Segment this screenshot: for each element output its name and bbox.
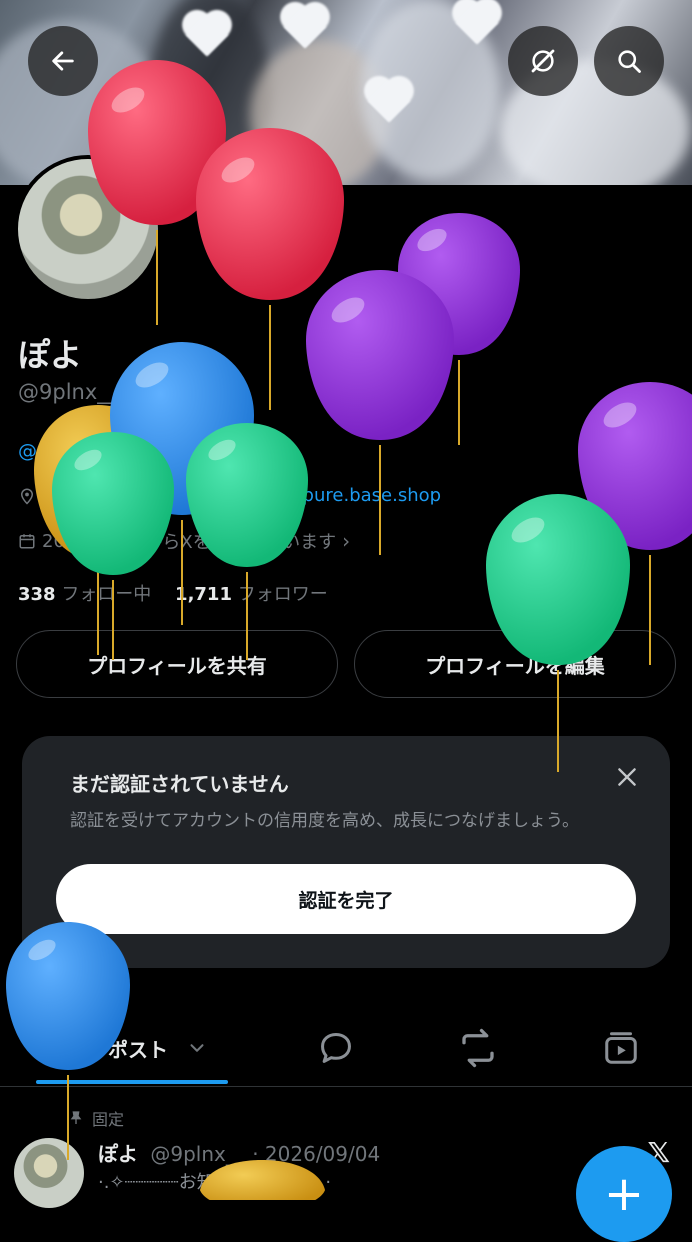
pin-icon xyxy=(70,1111,82,1124)
active-tab-indicator xyxy=(36,1080,228,1084)
location-pin-icon xyxy=(20,488,34,505)
repost-icon xyxy=(462,1028,494,1068)
post-author-name[interactable]: ぽよ xyxy=(98,1142,138,1166)
chevron-down-icon xyxy=(190,1044,204,1052)
follow-stats: 338 フォロー中 1,711 フォロワー xyxy=(18,580,328,606)
website-link[interactable]: myutopure.base.shop xyxy=(245,485,441,506)
following-link[interactable]: 338 フォロー中 xyxy=(18,584,151,605)
tab-posts[interactable]: ポスト xyxy=(40,1010,230,1086)
balloon xyxy=(306,270,454,555)
joined-prefix: 202 xyxy=(42,530,77,552)
compose-button[interactable]: + xyxy=(576,1146,672,1242)
location-text-tail: plnx_ xyxy=(143,485,191,506)
verification-description: 認証を受けてアカウントの信用度を高め、成長につなげましょう。 xyxy=(70,811,579,831)
followers-count: 1,711 xyxy=(175,584,232,605)
followers-link[interactable]: 1,711 フォロワー xyxy=(175,584,328,605)
link-icon xyxy=(221,488,237,503)
profile-tabs: ポスト xyxy=(0,1010,692,1087)
post-author-avatar[interactable] xyxy=(14,1138,84,1208)
user-handle: @9plnx__ xyxy=(18,380,119,404)
posts-icon xyxy=(64,1033,94,1063)
verification-card: まだ認証されていません 認証を受けてアカウントの信用度を高め、成長につなげましょ… xyxy=(22,736,670,968)
chevron-right-icon: › xyxy=(342,529,351,553)
tab-media[interactable] xyxy=(584,1010,658,1086)
tab-reposts[interactable] xyxy=(440,1010,516,1086)
arrow-left-icon xyxy=(52,51,74,71)
grok-icon xyxy=(531,49,555,73)
joined-text: 月からXを利用しています xyxy=(126,532,337,553)
plus-icon: + xyxy=(603,1166,645,1222)
balloon xyxy=(578,382,692,665)
complete-verification-button[interactable]: 認証を完了 xyxy=(56,864,636,934)
following-count: 338 xyxy=(18,584,56,605)
bio-mention-link[interactable]: @myutopure_cafe xyxy=(18,440,191,462)
calendar-icon xyxy=(19,534,35,549)
tab-replies[interactable] xyxy=(300,1010,372,1086)
post-header: ぽよ @9plnx__ · 2026/09/04 xyxy=(98,1138,380,1167)
post-text[interactable]: ·.✧┈┈┈┈┈お知らせ┈┈┈┈┈✧.· xyxy=(98,1168,331,1194)
pinned-indicator: 固定 xyxy=(68,1106,124,1130)
post-author-meta: @9plnx__ · 2026/09/04 xyxy=(150,1142,381,1166)
verification-title: まだ認証されていません xyxy=(70,772,289,796)
reply-bubble-icon xyxy=(321,1033,351,1063)
balloon xyxy=(398,213,520,445)
tab-posts-label: ポスト xyxy=(108,1037,168,1062)
edit-profile-button[interactable]: プロフィールを編集 xyxy=(354,630,676,698)
location-text: s xyxy=(42,485,52,506)
close-icon[interactable] xyxy=(614,764,640,790)
joined-row[interactable]: 202 月からXを利用しています › xyxy=(18,528,350,554)
video-media-icon xyxy=(605,1032,637,1064)
search-button[interactable] xyxy=(594,26,664,96)
search-icon xyxy=(618,50,641,73)
location-website-row: s plnx_ myutopure.base.shop xyxy=(18,485,441,506)
display-name: ぽよ xyxy=(18,336,83,374)
share-profile-button[interactable]: プロフィールを共有 xyxy=(16,630,338,698)
back-button[interactable] xyxy=(28,26,98,96)
grok-button[interactable] xyxy=(508,26,578,96)
followers-label: フォロワー xyxy=(237,584,328,605)
profile-avatar[interactable] xyxy=(14,155,162,303)
pinned-label: 固定 xyxy=(92,1110,125,1129)
following-label: フォロー中 xyxy=(61,584,152,605)
